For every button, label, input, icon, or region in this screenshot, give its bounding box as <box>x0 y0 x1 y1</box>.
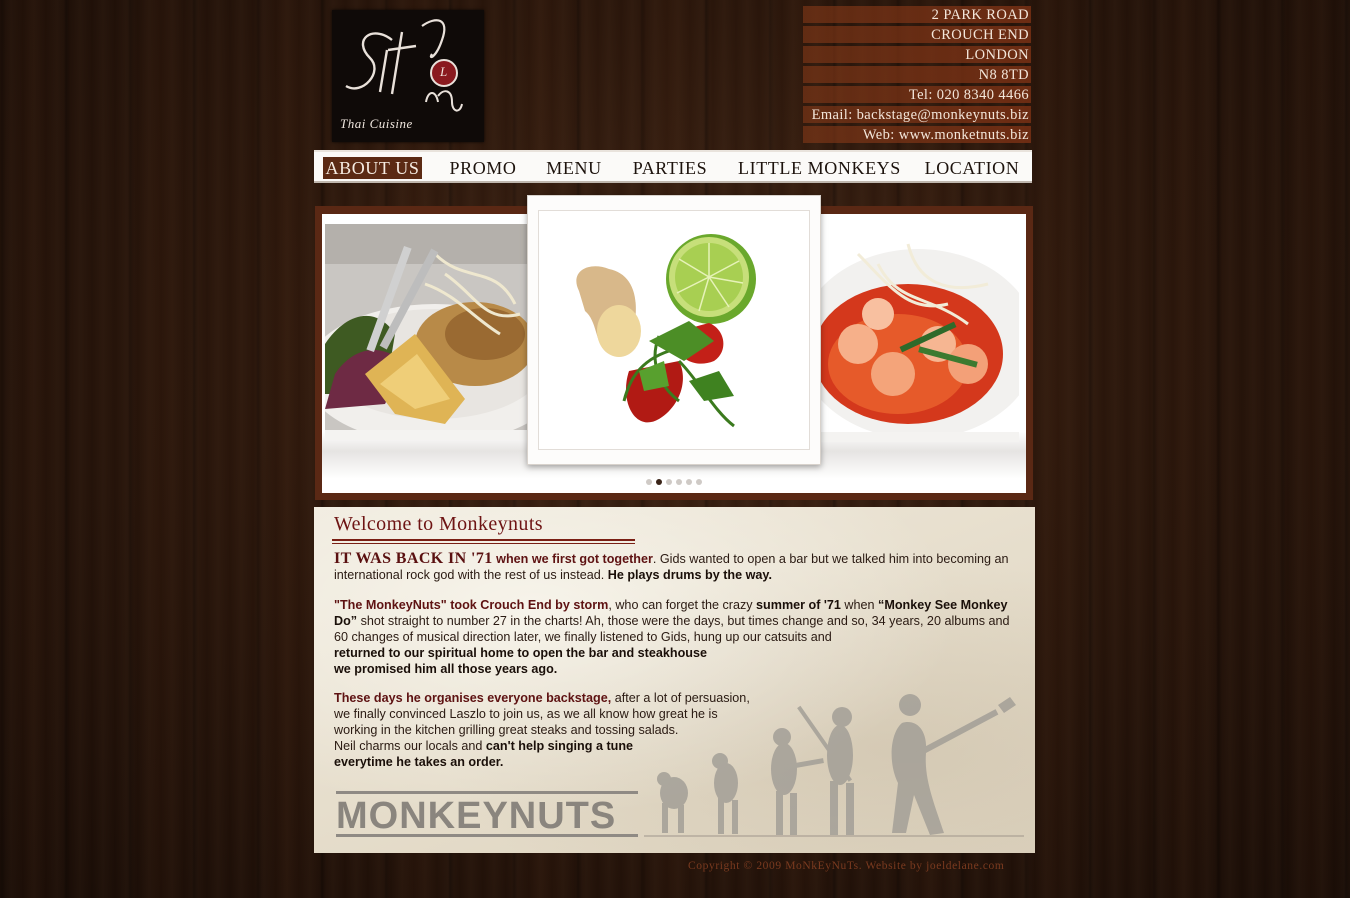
history-lead: IT WAS BACK IN '71 <box>334 550 493 567</box>
backstage-bold-1: can't help singing a tune <box>485 739 634 753</box>
evolution-ground-line <box>644 835 1024 837</box>
slide-photo-pad-thai[interactable] <box>325 224 528 440</box>
welcome-section: Welcome to Monkeynuts IT WAS BACK IN '71… <box>314 507 1035 853</box>
slide-photo-prawns[interactable] <box>818 224 1019 442</box>
band-logo-text: MONKEYNUTS <box>336 795 617 837</box>
paragraph-crouch-end: "The MonkeyNuts" took Crouch End by stor… <box>334 597 1014 677</box>
logo-tagline: Thai Cuisine <box>340 116 413 131</box>
backstage-lead: These days he organises everyone backsta… <box>334 691 612 705</box>
prawn-dish-image <box>818 224 1019 442</box>
monkeynuts-band-logo: MONKEYNUTS <box>336 791 638 837</box>
address-email-link[interactable]: Email: backstage@monkeynuts.biz <box>803 106 1031 123</box>
slide-dot-4[interactable] <box>676 479 682 485</box>
paragraph-history: IT WAS BACK IN '71 when we first got tog… <box>334 551 1014 583</box>
footer-copyright: Copyright © 2009 MoNkEyNuTs. Website by … <box>688 860 1005 872</box>
band-logo-rule-top <box>336 791 638 794</box>
nav-promo[interactable]: PROMO <box>444 157 522 179</box>
title-underline <box>332 539 635 541</box>
evolution-silhouette-graphic <box>657 694 1016 835</box>
crouch-end-lead: "The MonkeyNuts" took Crouch End by stor… <box>334 598 609 612</box>
nav-little-monkeys[interactable]: LITTLE MONKEYS <box>738 157 900 179</box>
slider-pagination <box>646 479 706 487</box>
title-underline-thin <box>332 543 635 544</box>
crouch-end-text-1: , who can forget the crazy <box>608 598 757 612</box>
history-bold: He plays drums by the way. <box>607 568 772 582</box>
main-navigation: ABOUT US PROMO MENU PARTIES LITTLE MONKE… <box>314 150 1032 183</box>
address-postcode: N8 8TD <box>803 66 1031 83</box>
crouch-end-text-2: when <box>840 598 879 612</box>
backstage-bold-2: everytime he takes an order. <box>334 755 504 769</box>
history-lead-continued: when we first got together <box>492 552 653 566</box>
slide-photo-featured[interactable] <box>527 195 821 465</box>
crouch-end-bold-3: returned to our spiritual home to open t… <box>334 646 707 660</box>
featured-photo-frame <box>538 210 810 450</box>
address-street: 2 PARK ROAD <box>803 6 1031 23</box>
slide-dot-6[interactable] <box>696 479 702 485</box>
ginger-lime-chili-image <box>539 211 809 449</box>
slide-dot-3[interactable] <box>666 479 672 485</box>
slide-dot-2[interactable] <box>656 479 662 485</box>
address-block: 2 PARK ROAD CROUCH END LONDON N8 8TD Tel… <box>803 6 1031 146</box>
logo-letter: L <box>440 64 448 79</box>
address-website-link[interactable]: Web: www.monketnuts.biz <box>803 126 1031 143</box>
nav-parties[interactable]: PARTIES <box>628 157 712 179</box>
address-area: CROUCH END <box>803 26 1031 43</box>
welcome-title: Welcome to Monkeynuts <box>334 513 543 535</box>
nav-location[interactable]: LOCATION <box>920 157 1024 179</box>
restaurant-logo[interactable]: L Thai Cuisine <box>332 10 484 142</box>
address-city: LONDON <box>803 46 1031 63</box>
nav-about-us[interactable]: ABOUT US <box>323 157 422 179</box>
backstage-text-3: working in the kitchen grilling great st… <box>334 723 679 737</box>
crouch-end-bold-4: we promised him all those years ago. <box>334 662 558 676</box>
crouch-end-text-3: shot straight to number 27 in the charts… <box>334 614 1010 644</box>
pad-thai-image <box>325 224 528 440</box>
nav-menu[interactable]: MENU <box>542 157 606 179</box>
address-phone: Tel: 020 8340 4466 <box>803 86 1031 103</box>
slide-dot-1[interactable] <box>646 479 652 485</box>
crouch-end-bold-1: summer of '71 <box>756 598 841 612</box>
slide-dot-5[interactable] <box>686 479 692 485</box>
band-logo-rule-bottom <box>336 834 638 837</box>
backstage-text-4: Neil charms our locals and <box>334 739 486 753</box>
